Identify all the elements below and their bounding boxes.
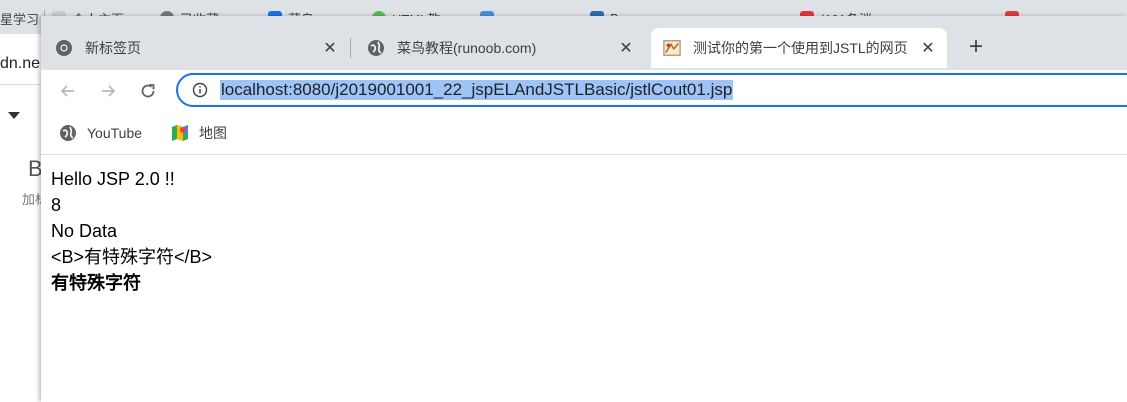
page-content: Hello JSP 2.0 !! 8 No Data <B>有特殊字符</B> … (41, 155, 1127, 402)
close-tab-icon[interactable]: ✕ (617, 39, 635, 57)
address-bar[interactable]: localhost:8080/j2019001001_22_jspELAndJS… (176, 73, 1127, 107)
close-tab-icon[interactable]: ✕ (321, 39, 339, 57)
output-line-number: 8 (51, 195, 62, 215)
back-button[interactable] (56, 79, 80, 103)
reload-icon (141, 84, 155, 98)
toolbar: localhost:8080/j2019001001_22_jspELAndJS… (41, 70, 1127, 112)
bookmark-maps[interactable]: 地图 (171, 122, 227, 144)
url-text[interactable]: localhost:8080/j2019001001_22_jspELAndJS… (220, 80, 734, 100)
new-tab-button[interactable]: + (965, 35, 987, 59)
globe-icon (59, 124, 77, 142)
chrome-icon (55, 39, 73, 57)
background-tab-label: 星学习 (0, 11, 40, 27)
tab-strip: 新标签页 ✕ 菜鸟教程(runoob.com) ✕ 测试你的第一个使用到JSTL… (41, 16, 1127, 70)
jsp-page-icon (663, 39, 681, 57)
background-tab[interactable]: 星学习 (0, 6, 40, 30)
tab-divider (350, 38, 351, 58)
reload-button[interactable] (136, 79, 160, 103)
forward-button[interactable] (96, 79, 120, 103)
tab-runoob[interactable]: 菜鸟教程(runoob.com) ✕ (367, 28, 645, 68)
tab-title: 测试你的第一个使用到JSTL的网页 (693, 40, 908, 56)
browser-window: 新标签页 ✕ 菜鸟教程(runoob.com) ✕ 测试你的第一个使用到JSTL… (41, 16, 1127, 402)
back-arrow-icon (60, 85, 74, 97)
bookmarks-bar: YouTube 地图 (41, 112, 1127, 155)
tab-jstl-test-page[interactable]: 测试你的第一个使用到JSTL的网页 ✕ (651, 28, 947, 68)
bookmark-youtube[interactable]: YouTube (59, 122, 142, 144)
bookmark-label: 地图 (199, 125, 227, 141)
output-line-escaped: <B>有特殊字符</B> (51, 247, 213, 267)
info-icon[interactable] (192, 82, 208, 98)
tab-title: 菜鸟教程(runoob.com) (397, 40, 537, 56)
output-line-unescaped-bold: 有特殊字符 (51, 273, 141, 293)
dropdown-arrow-icon[interactable] (8, 112, 20, 119)
output-line-greeting: Hello JSP 2.0 !! (51, 169, 175, 189)
maps-icon (171, 124, 189, 142)
globe-icon (367, 39, 385, 57)
tab-title: 新标签页 (85, 40, 141, 56)
bookmark-label: YouTube (87, 125, 143, 141)
forward-arrow-icon (102, 85, 116, 97)
close-tab-icon[interactable]: ✕ (919, 39, 937, 57)
output-line-default: No Data (51, 221, 118, 241)
background-url-fragment: dn.ne (0, 55, 41, 72)
tab-new-tab-page[interactable]: 新标签页 ✕ (55, 28, 349, 68)
